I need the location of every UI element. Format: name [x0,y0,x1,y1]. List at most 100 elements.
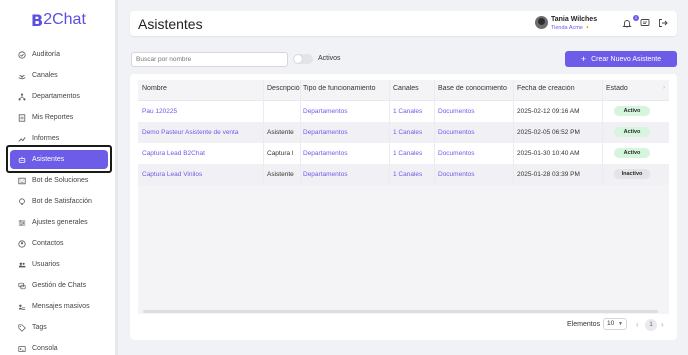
column-divider [513,80,514,186]
sidebar-item-label: Usuarios [32,261,60,268]
user-name[interactable]: Tania Wilches [551,16,597,23]
assistant-description: Captura l [267,150,294,157]
prev-page-icon[interactable]: ‹ [636,320,639,329]
sidebar-item-usuarios[interactable]: Usuarios [10,255,108,274]
sidebar-item-label: Departamentos [32,93,80,100]
assistant-name-link[interactable]: Captura Lead Vinilos [142,171,262,178]
sidebar-item-auditoria[interactable]: Auditoría [10,45,108,64]
sidebar-item-departamentos[interactable]: Departamentos [10,87,108,106]
message-icon[interactable] [640,18,650,28]
plus-icon: + [580,54,587,64]
assistant-date: 2025-02-05 06:52 PM [517,129,580,136]
chevron-down-icon: ▼ [618,321,623,327]
assistant-kb-link[interactable]: Documentos [438,129,514,136]
user-store: Tienda Acme 🔸 [551,25,592,31]
page-size-select[interactable]: 10 ▼ [603,318,627,330]
assistant-type-link[interactable]: Departamentos [303,171,389,178]
tag-icon [17,323,26,332]
sidebar-item-ajustes[interactable]: Ajustes generales [10,213,108,232]
users-icon [17,260,26,269]
sidebar-item-gestion-chats[interactable]: Gestión de Chats [10,276,108,295]
assistant-kb-link[interactable]: Documentos [438,171,514,178]
sidebar-item-label: Bot de Soluciones [32,177,89,184]
lightbulb-icon [17,197,26,206]
column-header-type[interactable]: Tipo de funcionamiento [303,85,389,92]
broadcast-icon [17,71,26,80]
chats-icon [17,281,26,290]
logo-b: B [31,10,43,30]
avatar[interactable] [535,16,548,29]
assistant-name-link[interactable]: Captura Lead B2Chat [142,150,262,157]
sidebar-item-label: Mis Reportes [32,114,74,121]
assistant-name-link[interactable]: Demo Pasteur Asistente de venta [142,129,262,136]
elements-label: Elementos [567,321,601,328]
table-row[interactable]: Captura Lead Vinilos Asistente Departame… [138,164,669,185]
assistant-kb-link[interactable]: Documentos [438,150,514,157]
status-badge: Activo [614,148,650,158]
column-divider [434,80,435,186]
brand-logo[interactable]: B 2Chat [31,10,86,30]
sidebar-item-label: Auditoría [32,51,61,58]
sidebar-item-canales[interactable]: Canales [10,66,108,85]
sidebar-item-bot-satisfaccion[interactable]: Bot de Satisfacción [10,192,108,211]
assistant-type-link[interactable]: Departamentos [303,150,389,157]
create-assistant-label: Crear Nuevo Asistente [591,55,662,63]
bell-icon[interactable] [622,18,632,28]
assistant-name-link[interactable]: Pau 120225 [142,108,262,115]
column-divider [602,80,603,186]
bot-icon [17,176,26,185]
next-page-icon[interactable]: › [661,320,664,329]
sidebar-item-label: Contactos [32,240,64,247]
column-header-name[interactable]: Nombre [142,85,262,92]
active-toggle-label: Activos [318,55,341,62]
status-badge: Inactivo [614,169,650,179]
column-header-channels[interactable]: Canales [393,85,433,92]
sidebar-item-bot-soluciones[interactable]: Bot de Soluciones [10,171,108,190]
assistant-type-link[interactable]: Departamentos [303,129,389,136]
table-row[interactable]: Pau 120225 Departamentos 1 Canales Docum… [138,101,669,122]
assistant-type-link[interactable]: Departamentos [303,108,389,115]
sidebar-item-mensajes-masivos[interactable]: Mensajes masivos [10,297,108,316]
sidebar-item-label: Canales [32,72,58,79]
table-row[interactable]: Demo Pasteur Asistente de venta Asistent… [138,122,669,143]
sidebar-scrollbar[interactable] [115,0,118,355]
sidebar-item-mis-reportes[interactable]: Mis Reportes [10,108,108,127]
logo-text: 2Chat [43,11,86,28]
column-header-description[interactable]: Descripción [267,85,300,92]
assistant-kb-link[interactable]: Documentos [438,108,514,115]
sidebar-item-label: Informes [32,135,60,142]
search-input[interactable] [131,52,288,67]
contact-icon [17,239,26,248]
sidebar-item-tags[interactable]: Tags [10,318,108,337]
assistant-channels-link[interactable]: 1 Canales [393,150,433,157]
assistant-description: Asistente [267,171,294,178]
page-number[interactable]: 1 [645,319,657,331]
column-divider [389,80,390,186]
sidebar-item-label: Gestión de Chats [32,282,87,289]
hierarchy-icon [17,92,26,101]
assistant-date: 2025-02-12 09:16 AM [517,108,580,115]
sidebar-item-consola[interactable]: Consola [10,339,108,355]
column-header-status[interactable]: Estado [606,85,656,92]
assistant-channels-link[interactable]: 1 Canales [393,129,433,136]
page-size-value: 10 [607,320,615,327]
sidebar-item-contactos[interactable]: Contactos [10,234,108,253]
column-divider [300,80,301,186]
horizontal-scrollbar[interactable] [143,310,658,313]
create-assistant-button[interactable]: + Crear Nuevo Asistente [565,51,677,67]
check-circle-icon [17,50,26,59]
column-header-knowledge-base[interactable]: Base de conocimiento [438,85,514,92]
assistant-channels-link[interactable]: 1 Canales [393,171,433,178]
page-header: Asistentes Tania Wilches Tienda Acme 🔸 1 [130,11,677,36]
column-divider [263,80,264,186]
sidebar-item-label: Bot de Satisfacción [32,198,92,205]
assistant-description: Asistente [267,129,294,136]
column-header-date[interactable]: Fecha de creación [517,85,603,92]
sidebar-item-label: Consola [32,345,58,352]
sliders-icon [17,218,26,227]
logout-icon[interactable] [658,18,668,28]
trend-icon [17,134,26,143]
table-row[interactable]: Captura Lead B2Chat Captura l Departamen… [138,143,669,164]
assistant-channels-link[interactable]: 1 Canales [393,108,433,115]
active-toggle[interactable] [293,54,313,64]
